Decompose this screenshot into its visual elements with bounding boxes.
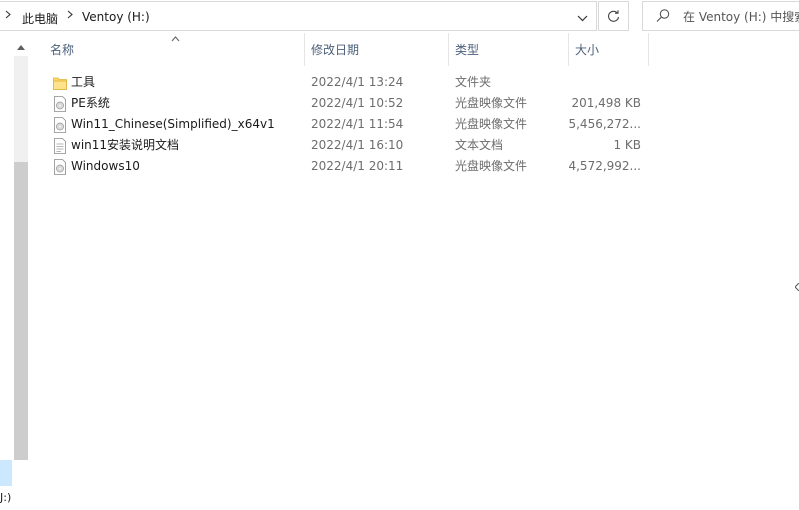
file-type: 光盘映像文件 xyxy=(455,159,528,173)
file-size: 201,498 KB xyxy=(571,96,641,110)
file-size: 4,572,992... xyxy=(568,159,641,173)
disc-image-icon xyxy=(54,159,66,175)
file-explorer-window: 此电脑 Ventoy (H:) J:) xyxy=(0,0,799,510)
file-name: PE系统 xyxy=(71,96,110,110)
file-name: win11安装说明文档 xyxy=(71,138,180,152)
search-box[interactable] xyxy=(642,1,799,31)
file-type: 光盘映像文件 xyxy=(455,96,528,110)
column-header-type-label: 类型 xyxy=(455,43,480,57)
file-date: 2022/4/1 20:11 xyxy=(311,159,404,173)
folder-icon xyxy=(53,77,67,90)
search-input[interactable] xyxy=(683,8,799,26)
disc-image-icon xyxy=(54,96,66,112)
file-date: 2022/4/1 16:10 xyxy=(311,138,404,152)
column-header-size-label: 大小 xyxy=(575,43,600,57)
nav-selected-item-highlight[interactable] xyxy=(0,460,12,486)
file-date: 2022/4/1 10:52 xyxy=(311,96,404,110)
file-type: 文本文档 xyxy=(455,138,504,152)
file-name: 工具 xyxy=(71,75,96,89)
file-type: 光盘映像文件 xyxy=(455,117,528,131)
file-row-tools-folder[interactable]: 工具 2022/4/1 13:24 文件夹 xyxy=(48,72,648,93)
file-size: 5,456,272... xyxy=(568,117,641,131)
scroll-up-arrow-icon[interactable] xyxy=(14,40,28,54)
file-row-win11-readme[interactable]: win11安装说明文档 2022/4/1 16:10 文本文档 1 KB xyxy=(48,135,648,156)
column-header-size[interactable]: 大小 xyxy=(569,33,649,66)
breadcrumb-this-pc[interactable]: 此电脑 xyxy=(22,10,58,27)
text-document-icon xyxy=(54,138,66,154)
address-bar[interactable]: 此电脑 Ventoy (H:) xyxy=(0,1,597,31)
address-toolbar: 此电脑 Ventoy (H:) xyxy=(0,0,799,33)
file-row-windows10-iso[interactable]: Windows10 2022/4/1 20:11 光盘映像文件 4,572,99… xyxy=(48,156,648,177)
file-name: Win11_Chinese(Simplified)_x64v1 xyxy=(71,117,275,131)
refresh-icon xyxy=(608,9,620,22)
column-header-type[interactable]: 类型 xyxy=(449,33,569,66)
file-size: 1 KB xyxy=(613,138,641,152)
column-header-name-label: 名称 xyxy=(50,43,75,57)
sort-ascending-chevron-icon[interactable] xyxy=(171,36,180,42)
file-date: 2022/4/1 11:54 xyxy=(311,117,404,131)
navigation-scrollbar-thumb[interactable] xyxy=(14,162,28,460)
file-row-pe-system[interactable]: PE系统 2022/4/1 10:52 光盘映像文件 201,498 KB xyxy=(48,93,648,114)
disc-image-icon xyxy=(54,117,66,133)
details-pane-edge-arrow-icon[interactable] xyxy=(794,282,799,297)
refresh-button[interactable] xyxy=(598,1,629,31)
address-history-chevron-down-icon[interactable] xyxy=(574,10,590,26)
file-name: Windows10 xyxy=(71,159,140,173)
column-header-date[interactable]: 修改日期 xyxy=(305,33,449,66)
breadcrumb-ventoy-drive[interactable]: Ventoy (H:) xyxy=(82,10,150,24)
nav-drive-label[interactable]: J:) xyxy=(0,491,11,504)
file-type: 文件夹 xyxy=(455,75,492,89)
column-header-date-label: 修改日期 xyxy=(311,43,360,57)
file-size xyxy=(568,72,641,93)
breadcrumb-separator-icon[interactable] xyxy=(67,10,73,22)
file-date: 2022/4/1 13:24 xyxy=(311,75,404,89)
search-icon xyxy=(656,9,670,22)
breadcrumb-chevron-icon[interactable] xyxy=(5,10,11,22)
file-row-win11-iso[interactable]: Win11_Chinese(Simplified)_x64v1 2022/4/1… xyxy=(48,114,648,135)
